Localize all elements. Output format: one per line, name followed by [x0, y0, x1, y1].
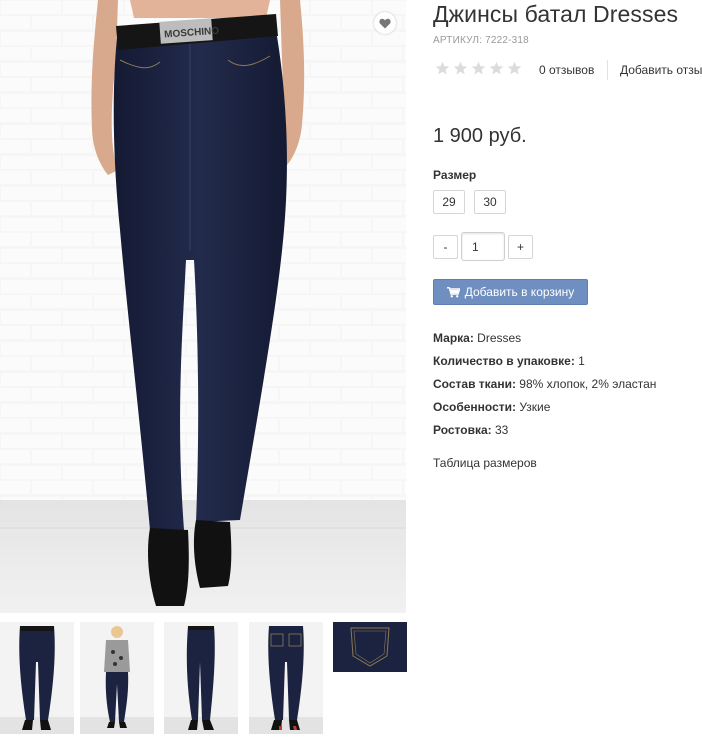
- spec-name: Ростовка:: [433, 423, 492, 437]
- thumbnail-pocket-detail[interactable]: [333, 622, 407, 672]
- size-option-30[interactable]: 30: [474, 190, 506, 214]
- thumbnail-gallery: [0, 622, 420, 742]
- product-title: Джинсы батал Dresses: [433, 1, 679, 27]
- quantity-input[interactable]: [461, 232, 505, 261]
- thumbnail-front-view[interactable]: [0, 622, 74, 734]
- spec-name: Состав ткани:: [433, 377, 516, 391]
- add-review-link[interactable]: Добавить отзыв: [620, 63, 702, 77]
- thumbnail-model-full-view[interactable]: [80, 622, 154, 734]
- spec-value: Узкие: [519, 400, 551, 414]
- main-product-image[interactable]: MOSCHINO: [0, 0, 406, 613]
- spec-value: 98% хлопок, 2% эластан: [519, 377, 657, 391]
- spec-name: Особенности:: [433, 400, 517, 414]
- reviews-count-link[interactable]: 0 отзывов: [539, 63, 594, 77]
- spec-value: 1: [578, 354, 585, 368]
- spec-value: 33: [495, 423, 509, 437]
- size-option-29[interactable]: 29: [433, 190, 465, 214]
- product-specs: Марка: Dresses Количество в упаковке: 1 …: [433, 330, 702, 445]
- cart-icon: [446, 286, 460, 297]
- spec-package-quantity: Количество в упаковке: 1: [433, 353, 702, 376]
- star-icon[interactable]: [435, 61, 450, 76]
- rating-stars[interactable]: [435, 61, 522, 76]
- spec-name: Марка:: [433, 331, 474, 345]
- size-table-link[interactable]: Таблица размеров: [433, 456, 537, 470]
- size-options: 29 30: [433, 190, 506, 214]
- star-icon[interactable]: [507, 61, 522, 76]
- add-to-cart-button[interactable]: Добавить в корзину: [433, 279, 588, 305]
- product-price: 1 900 руб.: [433, 125, 527, 147]
- rating-divider: [607, 60, 608, 80]
- spec-height: Ростовка: 33: [433, 422, 702, 445]
- add-to-wishlist-button[interactable]: [374, 12, 396, 34]
- spec-name: Количество в упаковке:: [433, 354, 575, 368]
- star-icon[interactable]: [453, 61, 468, 76]
- spec-brand: Марка: Dresses: [433, 330, 702, 353]
- add-to-cart-label: Добавить в корзину: [464, 285, 575, 299]
- quantity-stepper: - +: [433, 232, 543, 261]
- heart-icon: [379, 18, 391, 28]
- star-icon[interactable]: [489, 61, 504, 76]
- spec-features: Особенности: Узкие: [433, 399, 702, 422]
- star-icon[interactable]: [471, 61, 486, 76]
- spec-value: Dresses: [477, 331, 522, 345]
- quantity-increase-button[interactable]: +: [508, 235, 533, 259]
- thumbnail-back-view[interactable]: [249, 622, 323, 734]
- rating-row: 0 отзывов Добавить отзыв: [433, 60, 702, 82]
- product-sku: АРТИКУЛ: 7222-318: [433, 35, 529, 46]
- thumbnail-side-view[interactable]: [164, 622, 238, 734]
- size-label: Размер: [433, 168, 477, 182]
- spec-fabric: Состав ткани: 98% хлопок, 2% эластан: [433, 376, 702, 399]
- quantity-decrease-button[interactable]: -: [433, 235, 458, 259]
